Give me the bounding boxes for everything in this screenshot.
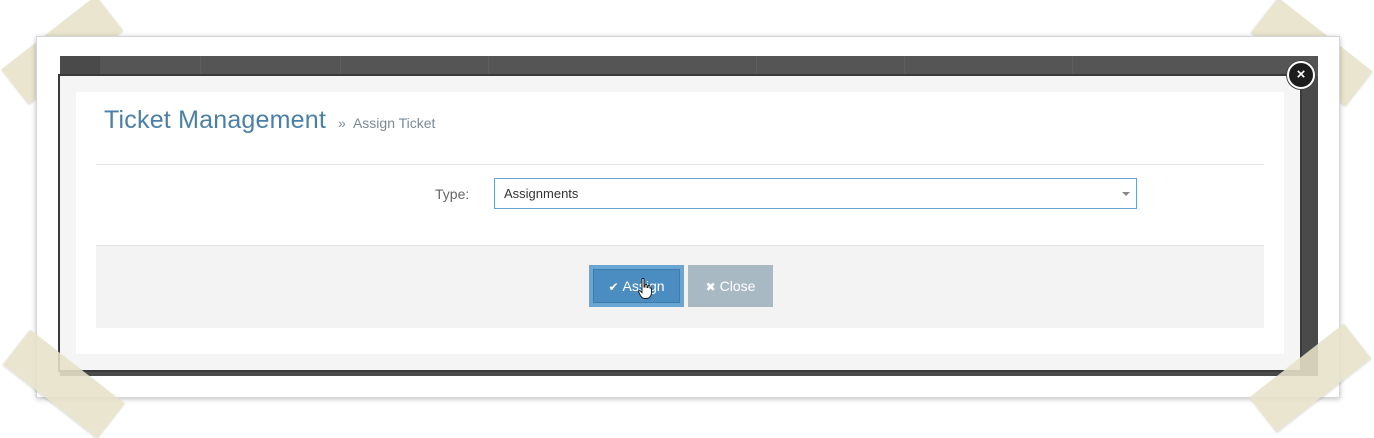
x-icon: ✖ [705,280,716,294]
type-form-row: Type: Assignments [96,178,1264,210]
background-column-divider [340,56,341,76]
check-icon: ✔ [608,280,619,294]
modal-footer-actions: ✔Assign ✖Close [96,245,1264,328]
background-column-divider [1072,56,1073,76]
assign-button[interactable]: ✔Assign [589,265,684,307]
type-label: Type: [435,186,470,202]
background-table-header [100,56,1318,77]
close-button[interactable]: ✖ Close [688,265,773,307]
type-select[interactable]: Assignments [494,178,1137,209]
breadcrumb: » Assign Ticket [338,115,435,131]
assign-button-face: ✔Assign [593,269,680,303]
header-divider [96,164,1264,165]
modal-close-icon[interactable]: × [1287,61,1315,89]
background-column-divider [488,56,489,76]
modal-header: Ticket Management » Assign Ticket [104,106,435,135]
page-title: Ticket Management [104,106,327,134]
assign-ticket-modal: Ticket Management » Assign Ticket Type: … [60,76,1300,370]
breadcrumb-separator-icon: » [338,115,346,131]
background-column-divider [200,56,201,76]
caret-down-icon [1122,192,1130,196]
background-column-divider [756,56,757,76]
hand-pointer-icon [638,278,652,299]
close-button-label: Close [719,278,756,294]
type-select-value: Assignments [504,186,579,201]
background-column-divider [904,56,905,76]
breadcrumb-label: Assign Ticket [352,115,436,131]
